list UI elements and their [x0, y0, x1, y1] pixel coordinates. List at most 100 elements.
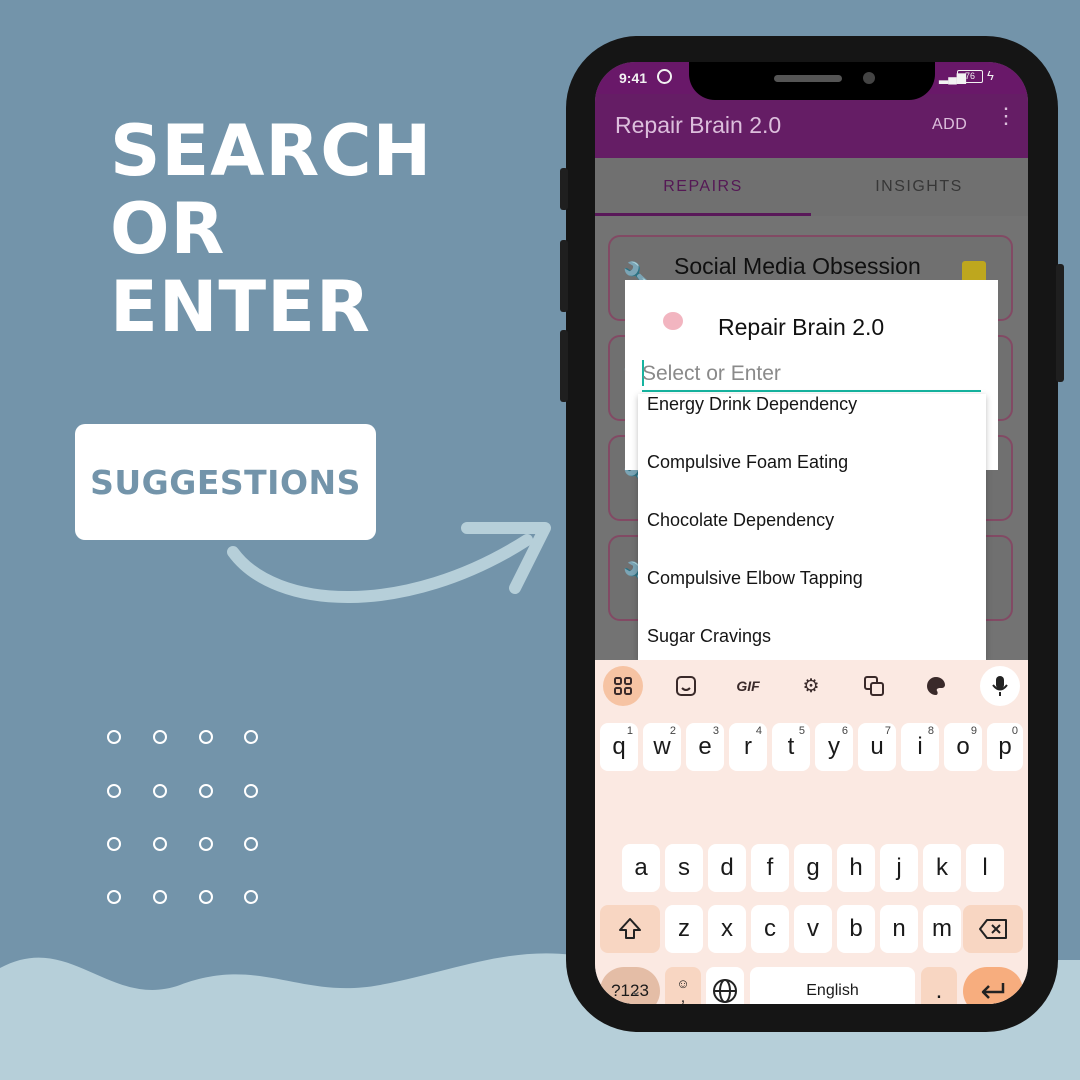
key-n[interactable]: n [880, 905, 918, 953]
headline-line-1: SEARCH [110, 110, 433, 192]
key-hint: 3 [712, 725, 719, 737]
palette-icon[interactable] [916, 666, 956, 706]
search-input-placeholder: Select or Enter [642, 362, 781, 385]
volume-down-button [560, 330, 568, 402]
key-d[interactable]: d [708, 844, 746, 892]
key-label: y [828, 733, 840, 760]
key-hint: 7 [884, 725, 891, 737]
key-e[interactable]: e3 [686, 723, 724, 771]
key-h[interactable]: h [837, 844, 875, 892]
key-j[interactable]: j [880, 844, 918, 892]
key-q[interactable]: q1 [600, 723, 638, 771]
shift-key[interactable] [600, 905, 660, 953]
key-label: t [787, 733, 795, 760]
key-w[interactable]: w2 [643, 723, 681, 771]
dot-icon [244, 890, 258, 904]
suggestion-item[interactable]: Sugar Cravings [647, 626, 771, 647]
key-hint: 6 [841, 725, 848, 737]
key-hint: 8 [927, 725, 934, 737]
key-hint: 0 [1011, 725, 1018, 737]
suggestions-dropdown: Energy Drink Dependency Compulsive Foam … [638, 394, 986, 660]
headline-line-3: ENTER [110, 266, 371, 348]
key-u[interactable]: u7 [858, 723, 896, 771]
key-k[interactable]: k [923, 844, 961, 892]
key-o[interactable]: o9 [944, 723, 982, 771]
sticker-icon[interactable] [666, 666, 706, 706]
suggestion-item[interactable]: Energy Drink Dependency [647, 394, 857, 415]
enter-key[interactable] [963, 967, 1023, 1004]
language-key[interactable] [706, 967, 744, 1004]
key-a[interactable]: a [622, 844, 660, 892]
key-label: p [998, 733, 1012, 760]
dot-icon [153, 784, 167, 798]
key-label: o [956, 733, 970, 760]
globe-icon [713, 979, 737, 1003]
brain-icon [663, 312, 683, 330]
dot-icon [107, 730, 121, 744]
search-input[interactable]: Select or Enter [642, 360, 981, 392]
dot-icon [107, 784, 121, 798]
key-label: i [917, 733, 923, 760]
dot-icon [107, 837, 121, 851]
headline-line-2: OR [110, 188, 226, 270]
dot-icon [153, 730, 167, 744]
gif-button[interactable]: GIF [728, 666, 768, 706]
key-hint: 1 [626, 725, 633, 737]
dot-icon [244, 837, 258, 851]
key-label: u [870, 733, 884, 760]
curved-arrow-icon [227, 522, 551, 603]
key-y[interactable]: y6 [815, 723, 853, 771]
key-label: r [744, 733, 752, 760]
shift-icon [619, 918, 641, 939]
dot-icon [153, 837, 167, 851]
suggestion-item[interactable]: Chocolate Dependency [647, 510, 834, 531]
suggestion-item[interactable]: Compulsive Foam Eating [647, 452, 848, 473]
comma-label: , [680, 989, 686, 1005]
power-button [1056, 264, 1064, 382]
key-label: e [698, 733, 712, 760]
apps-grid-icon[interactable] [603, 666, 643, 706]
promo-headline: SEARCH OR ENTER [110, 112, 432, 346]
settings-gear-icon[interactable]: ⚙ [791, 666, 831, 706]
phone-screen: 9:41 ▂▄▆ 76 ϟ Repair Brain 2.0 ADD ⋮ REP… [595, 62, 1028, 1004]
key-v[interactable]: v [794, 905, 832, 953]
key-g[interactable]: g [794, 844, 832, 892]
microphone-icon[interactable] [980, 666, 1020, 706]
key-hint: 9 [970, 725, 977, 737]
emoji-comma-key[interactable]: ☺ , [665, 967, 701, 1004]
backspace-icon [979, 919, 1007, 939]
chevron-down-icon[interactable]: ⌄ [630, 982, 642, 999]
key-p[interactable]: p0 [987, 723, 1023, 771]
dot-icon [199, 890, 213, 904]
key-i[interactable]: i8 [901, 723, 939, 771]
key-x[interactable]: x [708, 905, 746, 953]
dot-icon [153, 890, 167, 904]
dot-icon [199, 784, 213, 798]
key-z[interactable]: z [665, 905, 703, 953]
key-f[interactable]: f [751, 844, 789, 892]
suggestion-item[interactable]: Compulsive Elbow Tapping [647, 568, 863, 589]
dot-grid [105, 726, 275, 916]
key-hint: 4 [755, 725, 762, 737]
key-b[interactable]: b [837, 905, 875, 953]
key-l[interactable]: l [966, 844, 1004, 892]
space-key[interactable]: English [750, 967, 915, 1004]
key-s[interactable]: s [665, 844, 703, 892]
dot-icon [107, 890, 121, 904]
backspace-key[interactable] [963, 905, 1023, 953]
period-key[interactable]: . [921, 967, 957, 1004]
translate-icon[interactable] [854, 666, 894, 706]
key-label: q [612, 733, 626, 760]
key-m[interactable]: m [923, 905, 961, 953]
dot-icon [244, 784, 258, 798]
dot-icon [199, 730, 213, 744]
volume-up-button [560, 240, 568, 312]
phone-side-button [560, 168, 568, 210]
key-c[interactable]: c [751, 905, 789, 953]
key-t[interactable]: t5 [772, 723, 810, 771]
key-r[interactable]: r4 [729, 723, 767, 771]
dot-icon [199, 837, 213, 851]
front-camera [863, 72, 875, 84]
keyboard: GIF ⚙ q1 w2 e3 r4 t5 y6 u7 i8 o9 p0 a s … [595, 660, 1028, 1004]
enter-icon [981, 983, 1005, 999]
